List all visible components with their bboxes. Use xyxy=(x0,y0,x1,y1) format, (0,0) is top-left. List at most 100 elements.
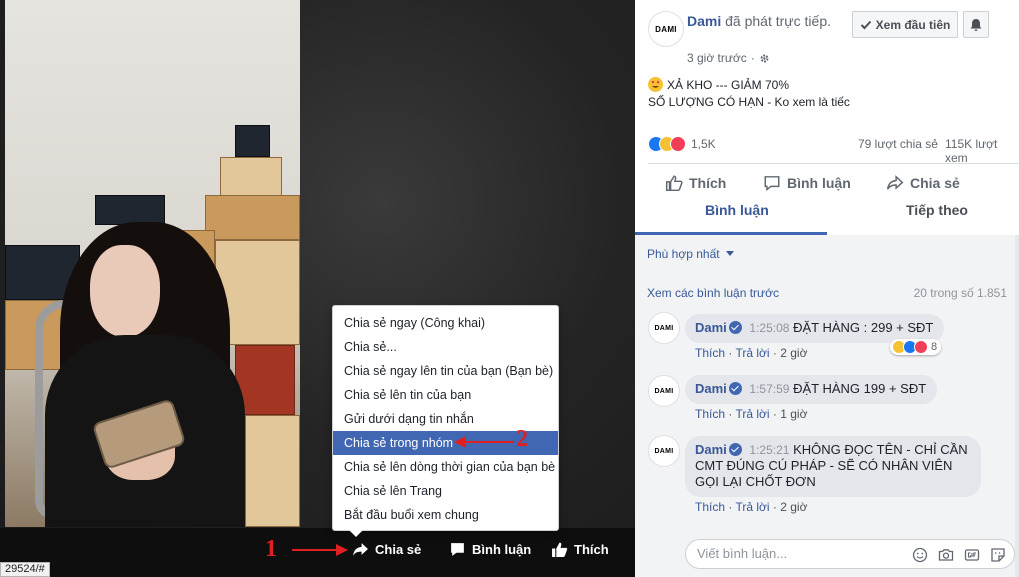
post-action-text: đã phát trực tiếp. xyxy=(721,13,831,29)
share-menu-item[interactable]: Chia sẻ... xyxy=(333,335,558,359)
tab-comments[interactable]: Bình luận xyxy=(705,202,769,218)
post-time-line: 3 giờ trước · xyxy=(687,51,770,65)
comment-avatar[interactable]: DAMI xyxy=(648,435,680,467)
comment-sort-label: Phù hợp nhất xyxy=(647,247,720,261)
gear-icon xyxy=(760,54,769,62)
post-line-1: XẢ KHO --- GIẢM 70% xyxy=(667,78,790,92)
page-avatar[interactable]: DAMI xyxy=(648,11,684,47)
status-url-tooltip: 29524/# xyxy=(0,562,50,577)
comment-bubble: Dami 1:57:59 ĐẶT HÀNG 199 + SĐT xyxy=(685,375,938,404)
comment-input-placeholder: Viết bình luận... xyxy=(697,546,788,561)
comment-timestamp[interactable]: 1:25:21 xyxy=(749,443,789,457)
post-time[interactable]: 3 giờ trước xyxy=(687,51,747,65)
post-comment-button[interactable]: Bình luận xyxy=(763,174,851,192)
share-count[interactable]: 79 lượt chia sẻ xyxy=(858,137,938,151)
product-box xyxy=(235,125,270,157)
post-panel: DAMI Dami đã phát trực tiếp. 3 giờ trước… xyxy=(635,0,1019,577)
share-menu-item[interactable]: Chia sẻ lên tin của bạn xyxy=(333,383,558,407)
heart-eyes-emoji-icon xyxy=(648,77,663,92)
share-menu: Chia sẻ ngay (Công khai) Chia sẻ... Chia… xyxy=(332,305,559,531)
post-line-2: SỐ LƯỢNG CÓ HẠN - Ko xem là tiếc xyxy=(648,95,850,109)
comment-timestamp[interactable]: 1:57:59 xyxy=(749,382,789,396)
view-count: 115K lượt xem xyxy=(945,137,998,165)
love-reaction-icon xyxy=(914,340,928,354)
comment-sort-dropdown[interactable]: Phù hợp nhất xyxy=(647,247,734,261)
comment-text: ĐẶT HÀNG 199 + SĐT xyxy=(793,381,927,396)
checkmark-icon xyxy=(860,20,871,29)
follow-first-label: Xem đầu tiên xyxy=(875,17,951,32)
bell-icon xyxy=(970,18,982,31)
comment-actions: Thích · Trả lời · 2 giờ xyxy=(695,346,808,360)
gif-icon[interactable] xyxy=(964,547,980,563)
follow-first-button[interactable]: Xem đầu tiên xyxy=(852,11,958,38)
thumbs-up-icon xyxy=(552,542,568,557)
comment-avatar[interactable]: DAMI xyxy=(648,375,680,407)
post-like-button[interactable]: Thích xyxy=(665,174,726,192)
compose-icons xyxy=(912,547,1006,563)
product-box xyxy=(245,415,300,527)
comment-like-link[interactable]: Thích xyxy=(695,346,725,360)
comment-timestamp[interactable]: 1:25:08 xyxy=(749,321,789,335)
comment-text: ĐẶT HÀNG : 299 + SĐT xyxy=(793,320,934,335)
share-arrow-icon xyxy=(353,543,368,556)
comment-actions: Thích · Trả lời · 2 giờ xyxy=(695,500,808,514)
love-reaction-icon xyxy=(670,136,686,152)
share-menu-item[interactable]: Chia sẻ lên Trang xyxy=(333,479,558,503)
post-text: XẢ KHO --- GIẢM 70% SỐ LƯỢNG CÓ HẠN - Ko… xyxy=(648,77,850,111)
comment-like-link[interactable]: Thích xyxy=(695,500,725,514)
tab-up-next[interactable]: Tiếp theo xyxy=(906,202,968,218)
video-like-button[interactable]: Thích xyxy=(551,541,609,558)
thumbs-up-icon xyxy=(665,175,683,192)
share-menu-caret xyxy=(349,530,363,537)
comment-like-link[interactable]: Thích xyxy=(695,407,725,421)
comment-reactions[interactable]: 8 xyxy=(890,339,942,355)
post-header-text: Dami đã phát trực tiếp. xyxy=(687,12,847,31)
product-box xyxy=(95,195,165,225)
comment-icon xyxy=(764,176,780,192)
comment-time[interactable]: 2 giờ xyxy=(780,500,807,514)
comment-icon xyxy=(451,543,464,556)
comment-actions: Thích · Trả lời · 1 giờ xyxy=(695,407,808,421)
comment-reply-link[interactable]: Trả lời xyxy=(735,407,769,421)
verified-badge-icon xyxy=(728,443,742,456)
comment-time[interactable]: 1 giờ xyxy=(780,407,807,421)
video-comment-label: Bình luận xyxy=(472,542,532,557)
post-share-button[interactable]: Chia sẻ xyxy=(886,174,960,192)
product-box xyxy=(205,195,300,240)
emoji-icon[interactable] xyxy=(912,547,928,563)
video-share-button[interactable]: Chia sẻ xyxy=(352,541,421,558)
video-comment-button[interactable]: Bình luận xyxy=(449,541,531,558)
chevron-down-icon xyxy=(725,251,734,256)
annotation-marker-2: 2 xyxy=(516,426,528,452)
annotation-marker-1: 1 xyxy=(265,536,277,562)
comments-scrollbar[interactable] xyxy=(1015,235,1019,577)
product-box xyxy=(220,157,282,197)
view-previous-comments-link[interactable]: Xem các bình luận trước xyxy=(647,286,779,300)
sticker-icon[interactable] xyxy=(990,547,1006,563)
annotation-arrow-1 xyxy=(292,544,348,556)
share-menu-item[interactable]: Chia sẻ ngay lên tin của bạn (Bạn bè) xyxy=(333,359,558,383)
share-menu-item[interactable]: Chia sẻ ngay (Công khai) xyxy=(333,311,558,335)
comment-bubble: Dami 1:25:21 KHÔNG ĐỌC TÊN - CHỈ CẦN CMT… xyxy=(685,436,981,497)
annotation-arrow-2 xyxy=(454,436,514,448)
post-comment-label: Bình luận xyxy=(787,175,851,191)
page-name-link[interactable]: Dami xyxy=(687,13,721,29)
comment-author[interactable]: Dami xyxy=(695,442,727,457)
screen: Chia sẻ Bình luận Thích 29524/# Chia sẻ … xyxy=(0,0,1019,577)
share-menu-item[interactable]: Bắt đầu buổi xem chung xyxy=(333,503,558,527)
comment-author[interactable]: Dami xyxy=(695,320,727,335)
notifications-button[interactable] xyxy=(963,11,989,38)
comment-author[interactable]: Dami xyxy=(695,381,727,396)
post-stats: 1,5K 79 lượt chia sẻ 115K lượt xem xyxy=(648,135,1019,165)
verified-badge-icon xyxy=(728,382,742,395)
share-menu-item[interactable]: Chia sẻ lên dòng thời gian của bạn bè xyxy=(333,455,558,479)
reaction-count[interactable]: 1,5K xyxy=(691,137,716,151)
camera-icon[interactable] xyxy=(938,547,954,563)
comment-reply-link[interactable]: Trả lời xyxy=(735,500,769,514)
share-arrow-icon xyxy=(886,175,904,190)
comment-avatar[interactable]: DAMI xyxy=(648,312,680,344)
comment-reaction-count: 8 xyxy=(931,341,938,353)
comment-reply-link[interactable]: Trả lời xyxy=(735,346,769,360)
comment-time[interactable]: 2 giờ xyxy=(780,346,807,360)
comment-input[interactable]: Viết bình luận... xyxy=(685,539,1015,569)
